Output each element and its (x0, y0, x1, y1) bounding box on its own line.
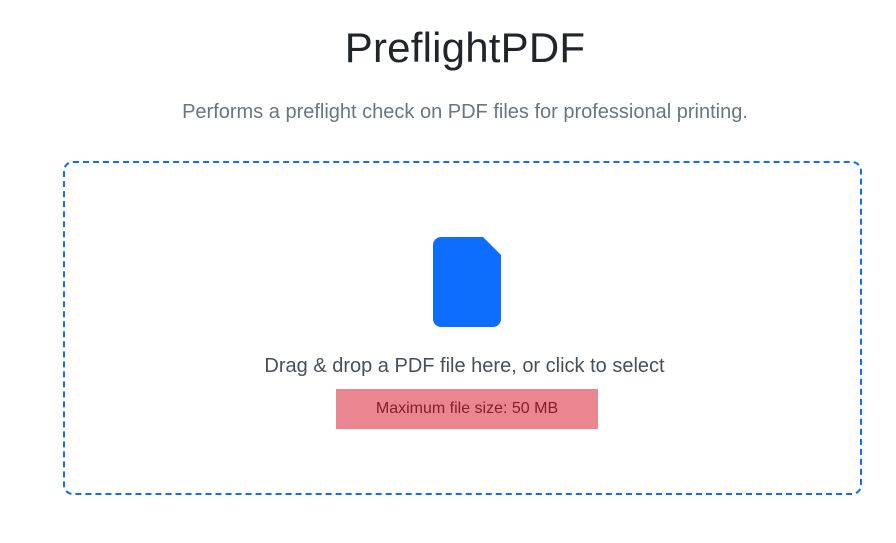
file-icon (433, 237, 501, 327)
page: PreflightPDF Performs a preflight check … (0, 0, 896, 543)
pdf-dropzone[interactable]: Drag & drop a PDF file here, or click to… (63, 161, 862, 495)
max-file-size-notice: Maximum file size: 50 MB (336, 389, 598, 429)
page-subtitle: Performs a preflight check on PDF files … (182, 101, 748, 123)
page-title: PreflightPDF (344, 24, 586, 71)
dropzone-instruction: Drag & drop a PDF file here, or click to… (264, 355, 665, 377)
